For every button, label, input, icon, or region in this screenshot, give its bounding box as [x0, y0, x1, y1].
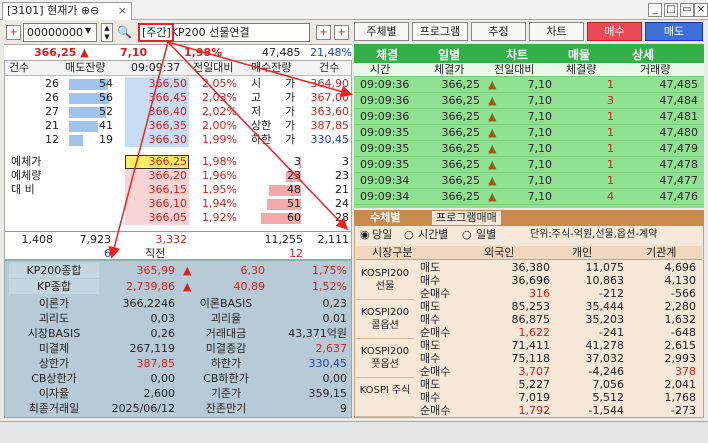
status-bar: [0, 421, 708, 443]
annotation-arrows: [108, 41, 353, 259]
